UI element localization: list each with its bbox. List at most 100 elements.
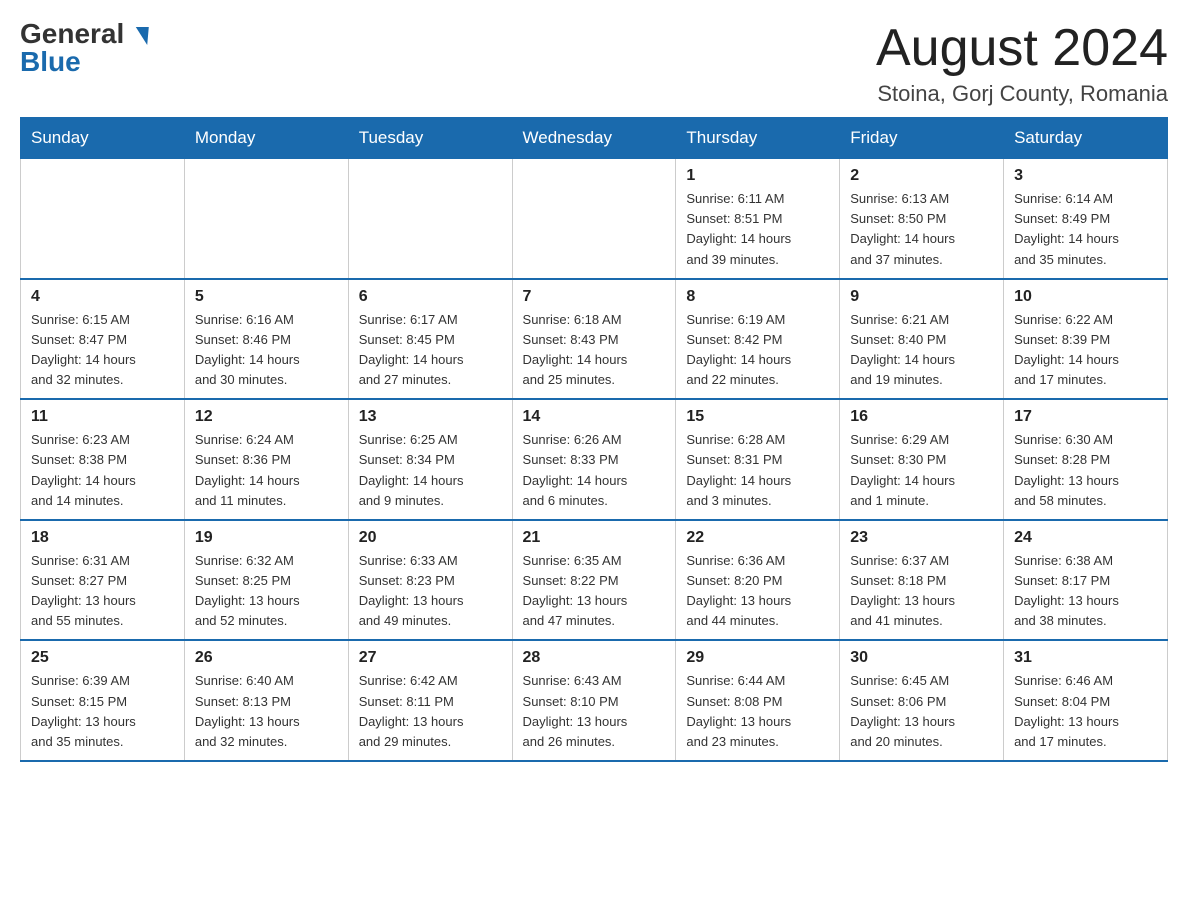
day-info: Sunrise: 6:25 AM Sunset: 8:34 PM Dayligh…	[359, 430, 502, 511]
day-number: 14	[523, 408, 666, 426]
calendar-day-16: 16 Sunrise: 6:29 AM Sunset: 8:30 PM Dayli…	[840, 399, 1004, 520]
day-number: 5	[195, 288, 338, 306]
calendar-day-4: 4Sunrise: 6:15 AM Sunset: 8:47 PM Daylig…	[21, 279, 185, 400]
calendar-day-14: 14Sunrise: 6:26 AM Sunset: 8:33 PM Dayli…	[512, 399, 676, 520]
day-info: Sunrise: 6:22 AM Sunset: 8:39 PM Dayligh…	[1014, 310, 1157, 391]
calendar-day-17: 17Sunrise: 6:30 AM Sunset: 8:28 PM Dayli…	[1004, 399, 1168, 520]
calendar-day-27: 27 Sunrise: 6:42 AM Sunset: 8:11 PM Dayli…	[348, 640, 512, 761]
day-number: 13	[359, 408, 502, 426]
calendar-day-18: 18 Sunrise: 6:31 AM Sunset: 8:27 PM Dayli…	[21, 520, 185, 641]
day-number: 1	[686, 167, 829, 185]
calendar-header-tuesday: Tuesday	[348, 118, 512, 159]
logo: General Blue	[20, 20, 148, 76]
day-info: Sunrise: 6:44 AM Sunset: 8:08 PM Dayligh…	[686, 671, 829, 752]
day-info: Sunrise: 6:32 AM Sunset: 8:25 PM Dayligh…	[195, 551, 338, 632]
day-number: 31	[1014, 649, 1157, 667]
day-info: Sunrise: 6:11 AM Sunset: 8:51 PM Dayligh…	[686, 189, 829, 270]
day-info: Sunrise: 6:31 AM Sunset: 8:27 PM Dayligh…	[31, 551, 174, 632]
calendar-day-29: 29Sunrise: 6:44 AM Sunset: 8:08 PM Dayli…	[676, 640, 840, 761]
calendar-day-3: 3Sunrise: 6:14 AM Sunset: 8:49 PM Daylig…	[1004, 159, 1168, 279]
day-number: 9	[850, 288, 993, 306]
day-info: Sunrise: 6:33 AM Sunset: 8:23 PM Dayligh…	[359, 551, 502, 632]
day-number: 30	[850, 649, 993, 667]
day-info: Sunrise: 6:28 AM Sunset: 8:31 PM Dayligh…	[686, 430, 829, 511]
day-info: Sunrise: 6:18 AM Sunset: 8:43 PM Dayligh…	[523, 310, 666, 391]
day-number: 4	[31, 288, 174, 306]
calendar-week-row: 25Sunrise: 6:39 AM Sunset: 8:15 PM Dayli…	[21, 640, 1168, 761]
day-number: 15	[686, 408, 829, 426]
calendar-day-13: 13 Sunrise: 6:25 AM Sunset: 8:34 PM Dayli…	[348, 399, 512, 520]
calendar-header-friday: Friday	[840, 118, 1004, 159]
day-number: 12	[195, 408, 338, 426]
calendar-day-6: 6Sunrise: 6:17 AM Sunset: 8:45 PM Daylig…	[348, 279, 512, 400]
calendar-empty-cell	[348, 159, 512, 279]
day-info: Sunrise: 6:40 AM Sunset: 8:13 PM Dayligh…	[195, 671, 338, 752]
day-number: 18	[31, 529, 174, 547]
day-info: Sunrise: 6:16 AM Sunset: 8:46 PM Dayligh…	[195, 310, 338, 391]
day-info: Sunrise: 6:23 AM Sunset: 8:38 PM Dayligh…	[31, 430, 174, 511]
day-info: Sunrise: 6:36 AM Sunset: 8:20 PM Dayligh…	[686, 551, 829, 632]
calendar-header-saturday: Saturday	[1004, 118, 1168, 159]
day-info: Sunrise: 6:30 AM Sunset: 8:28 PM Dayligh…	[1014, 430, 1157, 511]
day-number: 24	[1014, 529, 1157, 547]
logo-general-text: General	[20, 20, 148, 48]
calendar-empty-cell	[184, 159, 348, 279]
day-info: Sunrise: 6:24 AM Sunset: 8:36 PM Dayligh…	[195, 430, 338, 511]
day-info: Sunrise: 6:29 AM Sunset: 8:30 PM Dayligh…	[850, 430, 993, 511]
day-info: Sunrise: 6:42 AM Sunset: 8:11 PM Dayligh…	[359, 671, 502, 752]
calendar-day-25: 25Sunrise: 6:39 AM Sunset: 8:15 PM Dayli…	[21, 640, 185, 761]
month-title: August 2024	[876, 20, 1168, 77]
day-number: 8	[686, 288, 829, 306]
day-info: Sunrise: 6:21 AM Sunset: 8:40 PM Dayligh…	[850, 310, 993, 391]
calendar-day-10: 10 Sunrise: 6:22 AM Sunset: 8:39 PM Dayli…	[1004, 279, 1168, 400]
day-number: 2	[850, 167, 993, 185]
calendar-day-5: 5 Sunrise: 6:16 AM Sunset: 8:46 PM Daylig…	[184, 279, 348, 400]
calendar-day-20: 20 Sunrise: 6:33 AM Sunset: 8:23 PM Dayli…	[348, 520, 512, 641]
day-number: 7	[523, 288, 666, 306]
calendar-day-26: 26 Sunrise: 6:40 AM Sunset: 8:13 PM Dayli…	[184, 640, 348, 761]
day-number: 10	[1014, 288, 1157, 306]
calendar-day-8: 8 Sunrise: 6:19 AM Sunset: 8:42 PM Daylig…	[676, 279, 840, 400]
day-number: 27	[359, 649, 502, 667]
calendar-day-7: 7 Sunrise: 6:18 AM Sunset: 8:43 PM Daylig…	[512, 279, 676, 400]
calendar-week-row: 1 Sunrise: 6:11 AM Sunset: 8:51 PM Daylig…	[21, 159, 1168, 279]
location: Stoina, Gorj County, Romania	[876, 81, 1168, 107]
calendar-header-monday: Monday	[184, 118, 348, 159]
day-number: 21	[523, 529, 666, 547]
day-number: 6	[359, 288, 502, 306]
calendar-empty-cell	[21, 159, 185, 279]
calendar-day-21: 21 Sunrise: 6:35 AM Sunset: 8:22 PM Dayli…	[512, 520, 676, 641]
day-number: 16	[850, 408, 993, 426]
day-info: Sunrise: 6:45 AM Sunset: 8:06 PM Dayligh…	[850, 671, 993, 752]
day-number: 20	[359, 529, 502, 547]
calendar-day-28: 28 Sunrise: 6:43 AM Sunset: 8:10 PM Dayli…	[512, 640, 676, 761]
day-info: Sunrise: 6:46 AM Sunset: 8:04 PM Dayligh…	[1014, 671, 1157, 752]
title-section: August 2024 Stoina, Gorj County, Romania	[876, 20, 1168, 107]
calendar-day-12: 12 Sunrise: 6:24 AM Sunset: 8:36 PM Dayli…	[184, 399, 348, 520]
day-info: Sunrise: 6:43 AM Sunset: 8:10 PM Dayligh…	[523, 671, 666, 752]
day-info: Sunrise: 6:13 AM Sunset: 8:50 PM Dayligh…	[850, 189, 993, 270]
day-info: Sunrise: 6:19 AM Sunset: 8:42 PM Dayligh…	[686, 310, 829, 391]
day-info: Sunrise: 6:39 AM Sunset: 8:15 PM Dayligh…	[31, 671, 174, 752]
logo-blue-text: Blue	[20, 48, 81, 76]
calendar-day-23: 23Sunrise: 6:37 AM Sunset: 8:18 PM Dayli…	[840, 520, 1004, 641]
page-header: General Blue August 2024 Stoina, Gorj Co…	[20, 20, 1168, 107]
day-number: 19	[195, 529, 338, 547]
day-info: Sunrise: 6:35 AM Sunset: 8:22 PM Dayligh…	[523, 551, 666, 632]
day-info: Sunrise: 6:14 AM Sunset: 8:49 PM Dayligh…	[1014, 189, 1157, 270]
calendar-week-row: 18 Sunrise: 6:31 AM Sunset: 8:27 PM Dayli…	[21, 520, 1168, 641]
calendar-table: SundayMondayTuesdayWednesdayThursdayFrid…	[20, 117, 1168, 762]
calendar-day-2: 2 Sunrise: 6:13 AM Sunset: 8:50 PM Daylig…	[840, 159, 1004, 279]
day-number: 28	[523, 649, 666, 667]
calendar-day-31: 31 Sunrise: 6:46 AM Sunset: 8:04 PM Dayli…	[1004, 640, 1168, 761]
day-number: 26	[195, 649, 338, 667]
calendar-week-row: 11Sunrise: 6:23 AM Sunset: 8:38 PM Dayli…	[21, 399, 1168, 520]
calendar-empty-cell	[512, 159, 676, 279]
calendar-header-row: SundayMondayTuesdayWednesdayThursdayFrid…	[21, 118, 1168, 159]
calendar-day-24: 24Sunrise: 6:38 AM Sunset: 8:17 PM Dayli…	[1004, 520, 1168, 641]
day-info: Sunrise: 6:37 AM Sunset: 8:18 PM Dayligh…	[850, 551, 993, 632]
calendar-header-sunday: Sunday	[21, 118, 185, 159]
calendar-header-thursday: Thursday	[676, 118, 840, 159]
calendar-day-19: 19 Sunrise: 6:32 AM Sunset: 8:25 PM Dayli…	[184, 520, 348, 641]
day-number: 22	[686, 529, 829, 547]
